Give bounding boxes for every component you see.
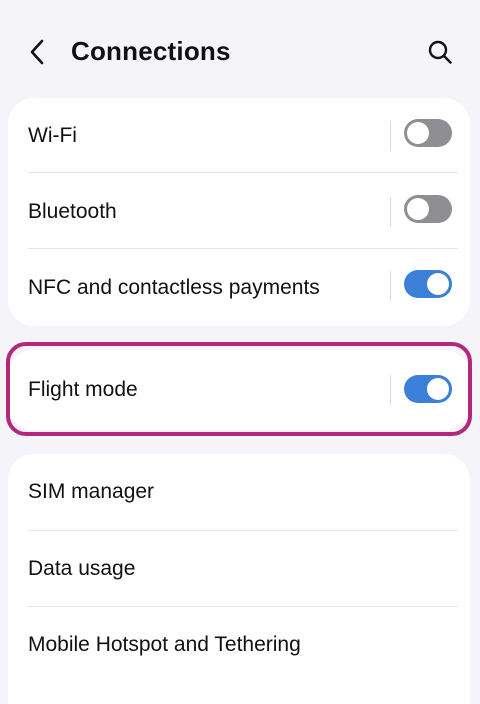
flight-mode-row[interactable]: Flight mode <box>8 352 470 428</box>
connections-card-primary: Wi-Fi Bluetooth NFC and contactless paym… <box>8 98 470 326</box>
data-usage-row[interactable]: Data usage <box>8 531 470 607</box>
toggle-knob <box>427 273 449 295</box>
back-button[interactable] <box>22 32 52 72</box>
nfc-row[interactable]: NFC and contactless payments <box>8 250 470 326</box>
sim-manager-label: SIM manager <box>28 480 155 503</box>
row-separator <box>390 121 391 151</box>
chevron-left-icon <box>30 39 44 65</box>
row-separator <box>390 271 391 301</box>
connections-card-secondary: SIM manager Data usage Mobile Hotspot an… <box>8 454 470 704</box>
toggle-knob <box>407 198 429 220</box>
toggle-knob <box>427 378 449 400</box>
sim-manager-row[interactable]: SIM manager <box>8 454 470 530</box>
flight-mode-card: Flight mode <box>8 350 470 430</box>
app-header: Connections <box>0 0 480 100</box>
bluetooth-row[interactable]: Bluetooth <box>8 174 470 250</box>
nfc-label: NFC and contactless payments <box>28 276 320 299</box>
bluetooth-label: Bluetooth <box>28 200 117 223</box>
row-separator <box>390 375 391 405</box>
nfc-toggle[interactable] <box>404 270 452 298</box>
row-separator <box>390 197 391 227</box>
wifi-row[interactable]: Wi-Fi <box>8 98 470 174</box>
divider <box>28 248 458 249</box>
search-icon <box>428 40 452 64</box>
bluetooth-toggle[interactable] <box>404 195 452 223</box>
hotspot-label: Mobile Hotspot and Tethering <box>28 633 301 656</box>
wifi-label: Wi-Fi <box>28 124 77 147</box>
page-title: Connections <box>71 36 231 66</box>
toggle-knob <box>407 122 429 144</box>
search-button[interactable] <box>422 34 458 70</box>
flight-mode-toggle[interactable] <box>404 375 452 403</box>
wifi-toggle[interactable] <box>404 119 452 147</box>
data-usage-label: Data usage <box>28 557 136 580</box>
flight-mode-label: Flight mode <box>28 378 138 401</box>
divider <box>28 172 458 173</box>
hotspot-row[interactable]: Mobile Hotspot and Tethering <box>8 607 470 683</box>
